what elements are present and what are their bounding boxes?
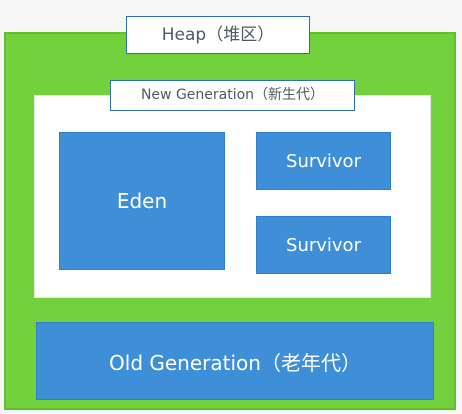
survivor-2-label: Survivor — [286, 234, 361, 256]
eden-block: Eden — [59, 132, 225, 270]
survivor-block-2: Survivor — [256, 216, 391, 274]
old-generation-block: Old Generation（老年代） — [36, 322, 434, 400]
old-generation-label: Old Generation（老年代） — [109, 350, 361, 375]
jvm-heap-diagram: Eden Survivor Survivor Old Generation（老年… — [0, 0, 462, 414]
eden-label: Eden — [116, 189, 168, 213]
new-generation-label: New Generation（新生代） — [110, 80, 355, 111]
heap-label: Heap（堆区） — [126, 16, 310, 54]
survivor-1-label: Survivor — [286, 150, 361, 172]
survivor-block-1: Survivor — [256, 132, 391, 190]
